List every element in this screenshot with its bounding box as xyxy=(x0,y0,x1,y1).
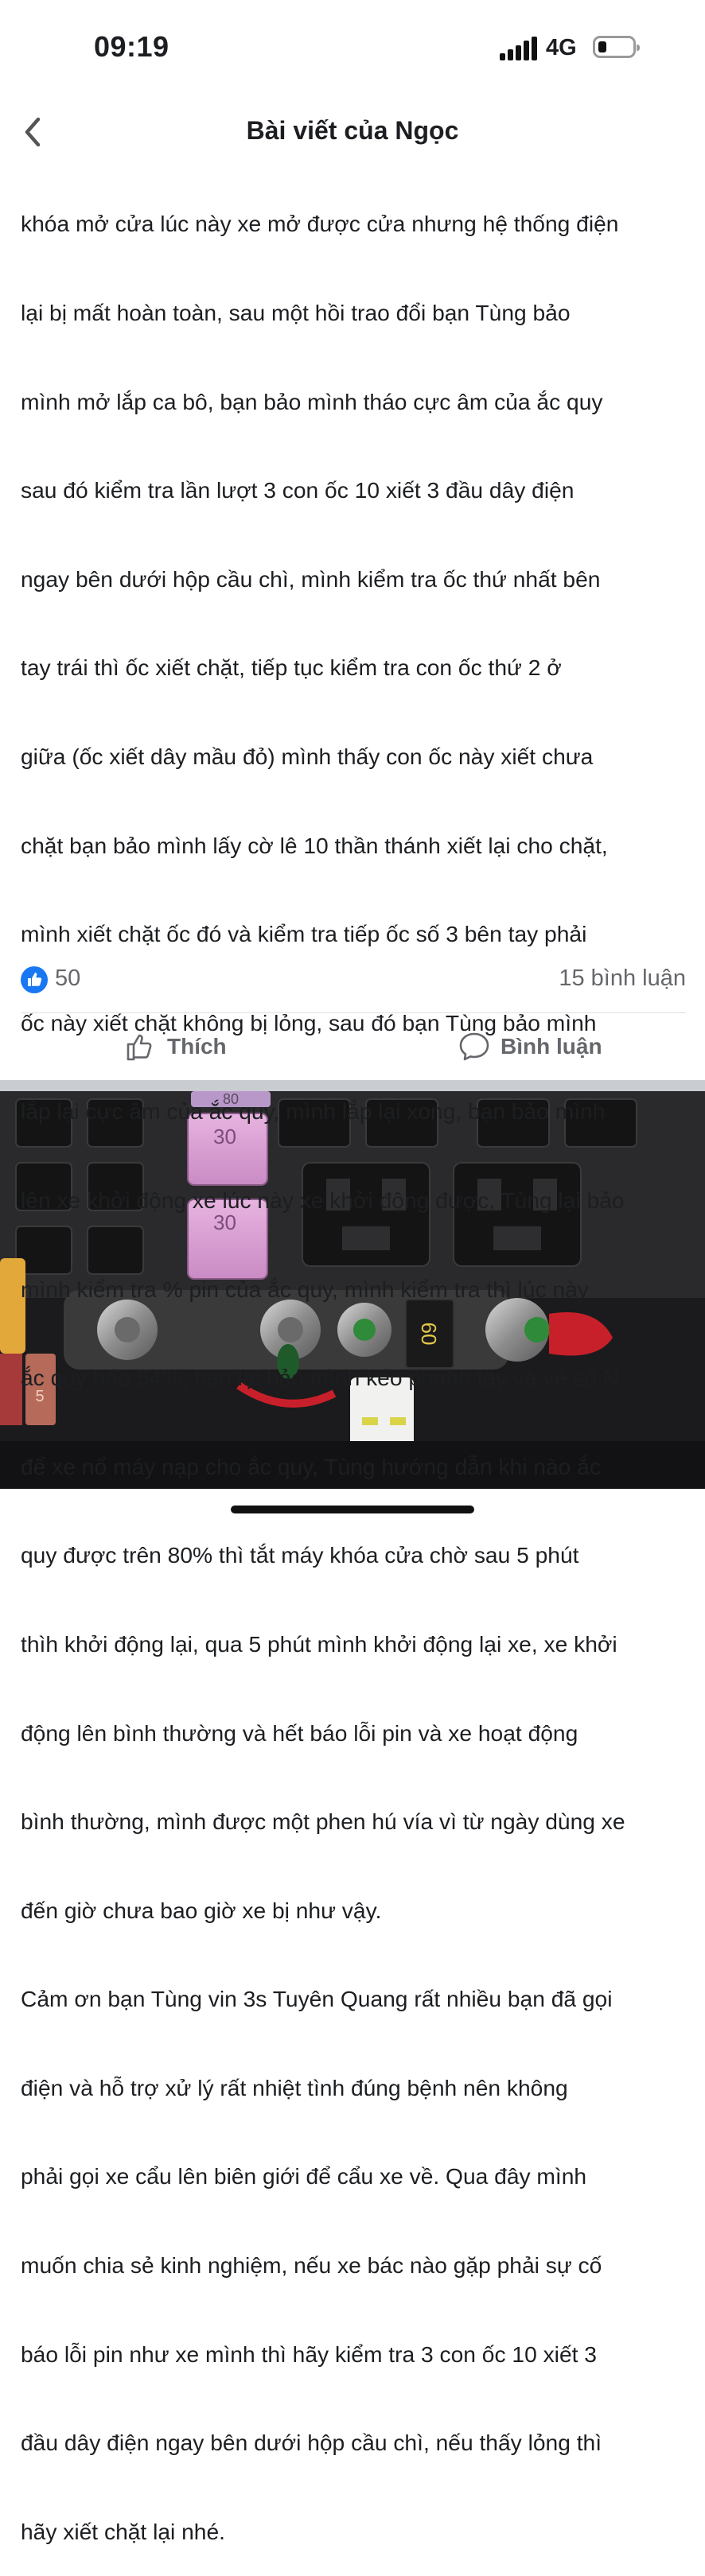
post-line: đầu dây điện ngay bên dưới hộp cầu chì, … xyxy=(21,2430,602,2456)
post-line: mình mở lắp ca bô, bạn bảo mình tháo cực… xyxy=(21,388,603,414)
post-line: ốc này xiết chặt không bị lỏng, sau đó b… xyxy=(21,1009,597,1035)
post-line: quy được trên 80% thì tắt máy khóa cửa c… xyxy=(21,1542,579,1568)
network-type: 4G xyxy=(546,35,577,60)
post-line: hãy xiết chặt lại nhé. xyxy=(21,2518,225,2544)
post-line: Cảm ơn bạn Tùng vin 3s Tuyên Quang rất n… xyxy=(21,1986,613,2012)
post-line: phải gọi xe cẩu lên biên giới để cẩu xe … xyxy=(21,2163,587,2189)
post-line: mình kiểm tra % pin của ắc quy, mình kiể… xyxy=(21,1276,589,1302)
post-line: động lên bình thường và hết báo lỗi pin … xyxy=(21,1719,578,1746)
post-line: bình thường, mình được một phen hú vía v… xyxy=(21,1809,625,1835)
post-line: lên xe khởi động xe lúc này xe khởi động… xyxy=(21,1187,625,1213)
post-line: giữa (ốc xiết dây mầu đỏ) mình thấy con … xyxy=(21,743,594,769)
signal-bars-icon xyxy=(500,37,538,60)
post-line: chặt bạn bảo mình lấy cờ lê 10 thần thán… xyxy=(21,832,608,858)
post-line: ngay bên dưới hộp cầu chì, mình kiểm tra… xyxy=(21,565,601,592)
post-header: Bài viết của Ngọc xyxy=(0,95,705,173)
status-time: 09:19 xyxy=(94,30,169,63)
post-line: để xe nổ máy nạp cho ắc quy, Tùng hướng … xyxy=(21,1453,601,1479)
status-bar: 09:19 4G xyxy=(0,0,705,95)
battery-low-icon xyxy=(593,36,640,58)
post-line: sau đó kiểm tra lần lượt 3 con ốc 10 xiế… xyxy=(21,477,575,503)
post-line: tay trái thì ốc xiết chặt, tiếp tục kiểm… xyxy=(21,655,562,681)
post-line: điện và hỗ trợ xử lý rất nhiệt tình đúng… xyxy=(21,2074,568,2100)
post-line: báo lỗi pin như xe mình thì hãy kiểm tra… xyxy=(21,2341,597,2367)
post-body: khóa mở cửa lúc này xe mở được cửa nhưng… xyxy=(21,150,694,2576)
post-line: lắp lại cực âm của ắc quy, mình lắp lại … xyxy=(21,1098,606,1125)
post-line: muốn chia sẻ kinh nghiệm, nếu xe bác nào… xyxy=(21,2252,602,2279)
page-title: Bài viết của Ngọc xyxy=(246,116,459,145)
post-line: ắc quy báo 54%, bạn lại bảo mình kéo pha… xyxy=(21,1365,620,1391)
post-line: lại bị mất hoàn toàn, sau một hồi trao đ… xyxy=(21,300,571,325)
post-line: khóa mở cửa lúc này xe mở được cửa nhưng… xyxy=(21,211,619,237)
post-line: thìh khởi động lại, qua 5 phút mình khởi… xyxy=(21,1630,617,1657)
post-line: đến giờ chưa bao giờ xe bị như vậy. xyxy=(21,1897,382,1923)
post-line: mình xiết chặt ốc đó và kiểm tra tiếp ốc… xyxy=(21,921,587,947)
